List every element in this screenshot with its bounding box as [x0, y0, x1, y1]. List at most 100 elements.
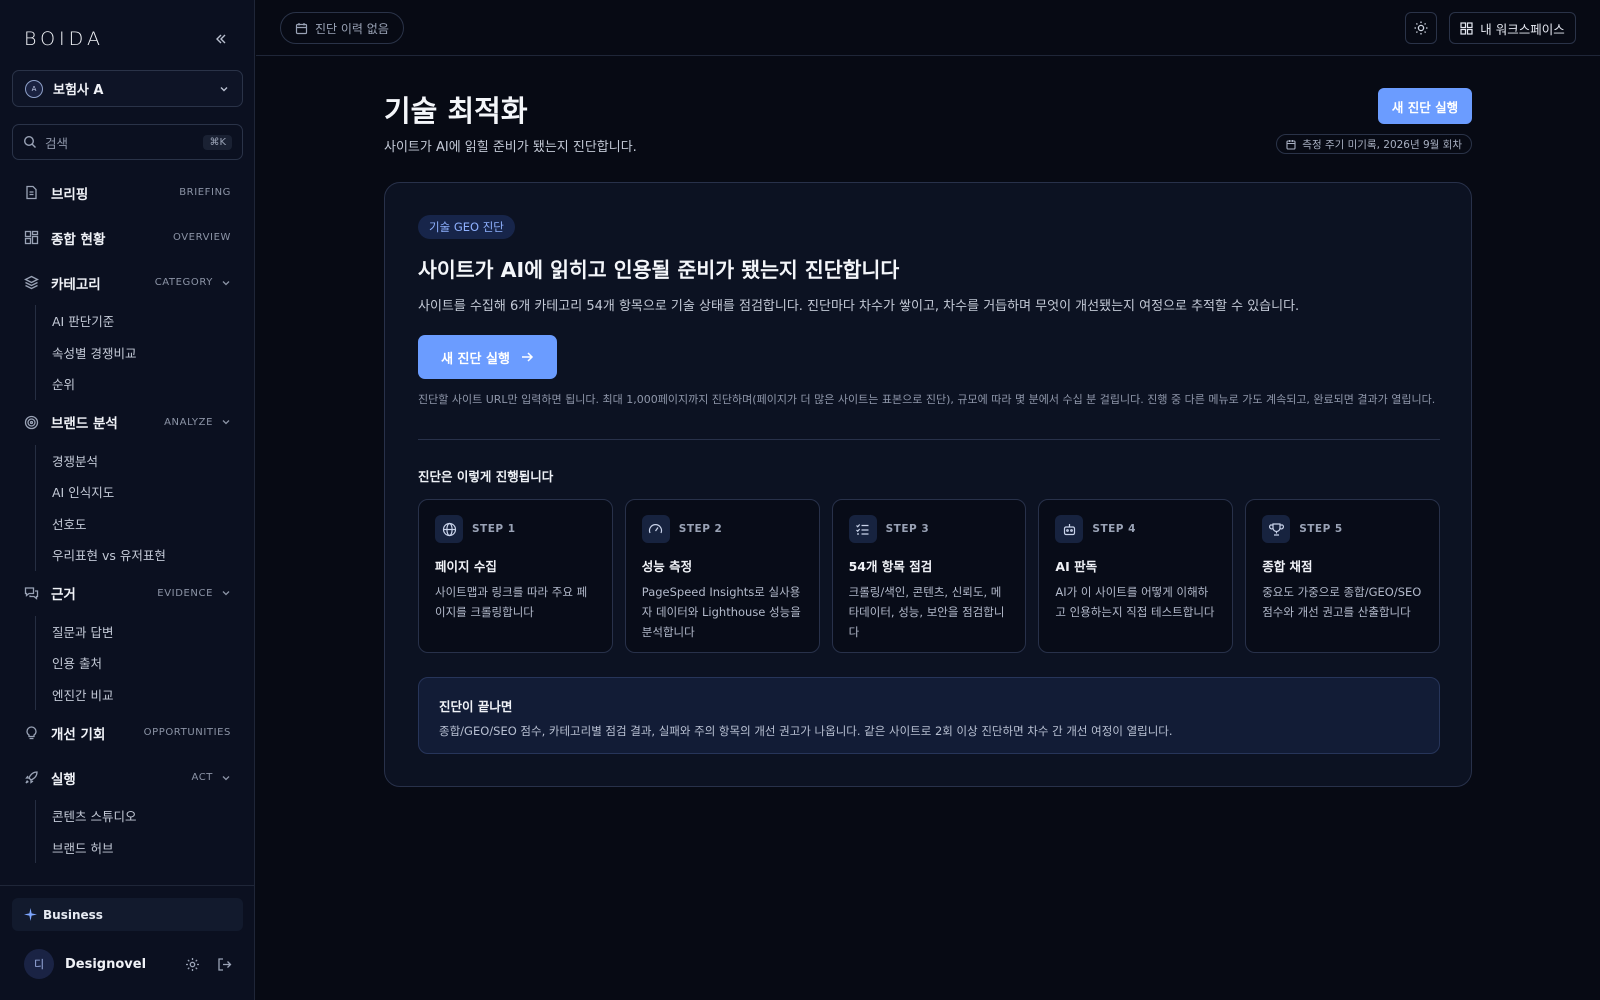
- sidebar-subitem[interactable]: 질문과 답변: [52, 616, 243, 648]
- gauge-icon: [641, 515, 670, 543]
- step-title: 성능 측정: [641, 559, 693, 574]
- org-avatar: A: [25, 79, 43, 98]
- sidebar-item-category[interactable]: 카테고리 CATEGORY: [12, 260, 243, 305]
- step-title: AI 판독: [1055, 559, 1098, 574]
- step-card: STEP 4 AI 판독 AI가 이 사이트를 어떻게 이해하고 인용하는지 직…: [1038, 499, 1234, 653]
- grid-icon: [1460, 21, 1473, 35]
- user-row: 디 Designovel: [24, 948, 236, 980]
- evidence-sublist: 질문과 답변 인용 출처 엔진간 비교: [35, 615, 243, 711]
- new-diagnosis-button[interactable]: 새 진단 실행: [1378, 88, 1472, 124]
- card-title: 사이트가 AI에 읽히고 인용될 준비가 됐는지 진단합니다: [418, 258, 900, 282]
- sidebar-item-act[interactable]: 실행 ACT: [12, 755, 243, 800]
- lightbulb-icon: [24, 725, 40, 741]
- after-description: 종합/GEO/SEO 점수, 카테고리별 점검 결과, 실패와 주의 항목의 개…: [439, 724, 1173, 738]
- chevrons-left-icon: [216, 34, 226, 44]
- gear-icon: [185, 957, 199, 971]
- step-number: STEP 3: [885, 523, 930, 535]
- search-placeholder: 검색: [45, 135, 69, 151]
- checklist-icon: [848, 515, 877, 543]
- cycle-label: 측정 주기 미기록, 2026년 9월 회차: [1302, 138, 1462, 151]
- sidebar-subitem[interactable]: 속성별 경쟁비교: [52, 337, 243, 369]
- plan-badge[interactable]: Business: [12, 898, 243, 931]
- after-diagnosis-box: 진단이 끝나면 종합/GEO/SEO 점수, 카테고리별 점검 결과, 실패와 …: [418, 677, 1440, 754]
- sidebar-subitem[interactable]: 순위: [52, 368, 243, 400]
- diagnosis-card: 기술 GEO 진단 사이트가 AI에 읽히고 인용될 준비가 됐는지 진단합니다…: [384, 182, 1472, 787]
- run-diagnosis-label: 새 진단 실행: [441, 351, 510, 367]
- sidebar-subitem[interactable]: AI 인식지도: [52, 476, 243, 508]
- step-card: STEP 3 54개 항목 점검 크롤링/색인, 콘텐츠, 신뢰도, 메타데이터…: [831, 499, 1027, 653]
- chevron-down-icon: [220, 86, 228, 91]
- chat-icon: [24, 585, 40, 601]
- sidebar-subitem[interactable]: 우리표현 vs 유저표현: [52, 539, 243, 571]
- divider: [418, 439, 1440, 440]
- calendar-clock-icon: [1286, 139, 1296, 150]
- chevron-down-icon: [221, 278, 231, 288]
- avatar[interactable]: 디: [24, 949, 54, 979]
- workspace-button[interactable]: 내 워크스페이스: [1449, 12, 1576, 44]
- collapse-sidebar-button[interactable]: [211, 29, 231, 49]
- card-note: 진단할 사이트 URL만 입력하면 됩니다. 최대 1,000페이지까지 진단하…: [418, 393, 1436, 406]
- search-icon: [23, 135, 36, 148]
- arrow-right-icon: [520, 350, 534, 364]
- act-sublist: 콘텐츠 스튜디오 브랜드 허브: [35, 800, 243, 863]
- workspace-label: 내 워크스페이스: [1480, 21, 1565, 37]
- logout-icon: [217, 957, 231, 971]
- run-diagnosis-button[interactable]: 새 진단 실행: [418, 335, 557, 379]
- step-title: 54개 항목 점검: [848, 559, 933, 574]
- logo: BOIDA: [24, 28, 104, 50]
- sidebar-subitem[interactable]: 인용 출처: [52, 647, 243, 679]
- sun-icon: [1414, 21, 1428, 35]
- topbar: 진단 이력 없음 내 워크스페이스: [256, 0, 1600, 56]
- search-shortcut: ⌘K: [203, 134, 232, 150]
- step-card: STEP 2 성능 측정 PageSpeed Insights로 실사용자 데이…: [624, 499, 820, 653]
- trophy-icon: [1262, 515, 1291, 543]
- theme-toggle-button[interactable]: [1405, 12, 1437, 44]
- sidebar-item-analyze[interactable]: 브랜드 분석 ANALYZE: [12, 400, 243, 445]
- page-title: 기술 최적화: [384, 94, 528, 128]
- rocket-icon: [24, 770, 40, 786]
- document-icon: [24, 185, 40, 201]
- sidebar-subitem[interactable]: AI 판단기준: [52, 305, 243, 337]
- steps-list: STEP 1 페이지 수집 사이트맵과 링크를 따라 주요 페이지를 크롤링합니…: [418, 499, 1440, 653]
- calendar-icon: [295, 22, 308, 34]
- sidebar-item-evidence[interactable]: 근거 EVIDENCE: [12, 571, 243, 616]
- step-number: STEP 2: [678, 523, 723, 535]
- step-title: 페이지 수집: [435, 559, 497, 574]
- chevron-down-icon: [221, 773, 231, 783]
- sidebar-item-opportunities[interactable]: 개선 기회 OPPORTUNITIES: [12, 710, 243, 755]
- sidebar-item-briefing[interactable]: 브리핑 BRIEFING: [12, 170, 243, 215]
- step-number: STEP 4: [1092, 523, 1136, 535]
- card-tag: 기술 GEO 진단: [418, 215, 515, 239]
- sidebar-item-overview[interactable]: 종합 현황 OVERVIEW: [12, 215, 243, 260]
- globe-icon: [435, 515, 463, 543]
- org-select[interactable]: A 보험사 A: [12, 70, 243, 107]
- chevron-down-icon: [221, 417, 231, 427]
- sidebar-subitem[interactable]: 엔진간 비교: [52, 679, 243, 711]
- sparkle-icon: [24, 908, 37, 921]
- after-title: 진단이 끝나면: [439, 699, 513, 714]
- plan-label: Business: [43, 907, 103, 922]
- history-button[interactable]: 진단 이력 없음: [280, 12, 404, 44]
- sidebar-subitem[interactable]: 경쟁분석: [52, 445, 243, 477]
- step-description: PageSpeed Insights로 실사용자 데이터와 Lighthouse…: [641, 585, 801, 639]
- sidebar-footer: Business 디 Designovel: [0, 885, 255, 1000]
- step-description: AI가 이 사이트를 어떻게 이해하고 인용하는지 직접 테스트합니다: [1055, 585, 1215, 619]
- sidebar-subitem[interactable]: 브랜드 허브: [52, 832, 243, 864]
- analyze-sublist: 경쟁분석 AI 인식지도 선호도 우리표현 vs 유저표현: [35, 444, 243, 571]
- robot-icon: [1055, 515, 1084, 543]
- cycle-badge: 측정 주기 미기록, 2026년 9월 회차: [1276, 134, 1472, 154]
- sidebar-nav: 브리핑 BRIEFING 종합 현황 OVERVIEW 카테고리 CATEGOR…: [12, 170, 243, 863]
- user-name: Designovel: [65, 956, 147, 972]
- category-sublist: AI 판단기준 속성별 경쟁비교 순위: [35, 305, 243, 400]
- logo-row: BOIDA: [24, 27, 231, 51]
- layers-icon: [24, 275, 40, 291]
- sidebar-subitem[interactable]: 콘텐츠 스튜디오: [52, 800, 243, 832]
- target-icon: [24, 414, 40, 430]
- search-input[interactable]: 검색 ⌘K: [12, 124, 243, 160]
- org-name: 보험사 A: [53, 83, 104, 98]
- steps-heading: 진단은 이렇게 진행됩니다: [418, 469, 554, 484]
- logout-button[interactable]: [212, 952, 236, 976]
- settings-button[interactable]: [180, 952, 204, 976]
- step-description: 중요도 가중으로 종합/GEO/SEO 점수와 개선 권고를 산출합니다: [1262, 585, 1422, 619]
- sidebar-subitem[interactable]: 선호도: [52, 508, 243, 540]
